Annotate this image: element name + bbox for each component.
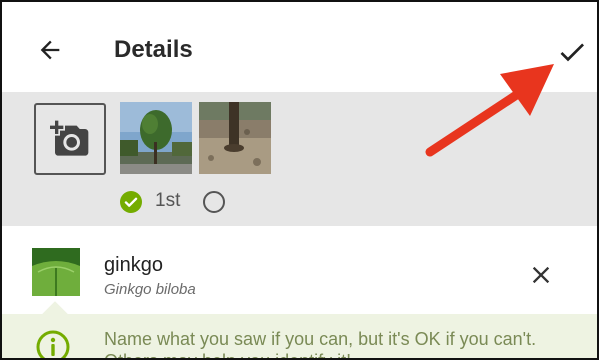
second-photo-radio[interactable] [203, 191, 225, 213]
taxon-image [32, 248, 80, 296]
info-message: Name what you saw if you can, but it's O… [104, 329, 537, 358]
add-photo-button[interactable] [34, 103, 106, 175]
close-icon [532, 266, 550, 284]
check-icon [560, 43, 584, 62]
app-header: Details [2, 2, 597, 92]
confirm-button[interactable] [552, 32, 592, 72]
selected-check-icon[interactable] [120, 191, 142, 213]
info-banner: Name what you saw if you can, but it's O… [2, 301, 597, 358]
details-screen: Details 1st ginkgo Ginkgo biloba Name wh… [0, 0, 599, 360]
add-photo-camera-icon [50, 120, 89, 156]
back-button[interactable] [32, 32, 68, 68]
taxon-scientific-name: Ginkgo biloba [104, 281, 196, 298]
clear-taxon-button[interactable] [524, 258, 558, 292]
arrow-back-icon [40, 40, 60, 60]
photo-thumbnail-tree[interactable] [120, 102, 192, 174]
taxon-common-name: ginkgo [104, 254, 163, 276]
page-title: Details [114, 36, 193, 63]
photo-thumbnail-trunk[interactable] [199, 102, 271, 174]
taxon-row[interactable]: ginkgo Ginkgo biloba [2, 226, 597, 314]
first-photo-label: 1st [155, 190, 181, 211]
info-icon [36, 330, 70, 358]
photo-strip: 1st [2, 92, 597, 226]
